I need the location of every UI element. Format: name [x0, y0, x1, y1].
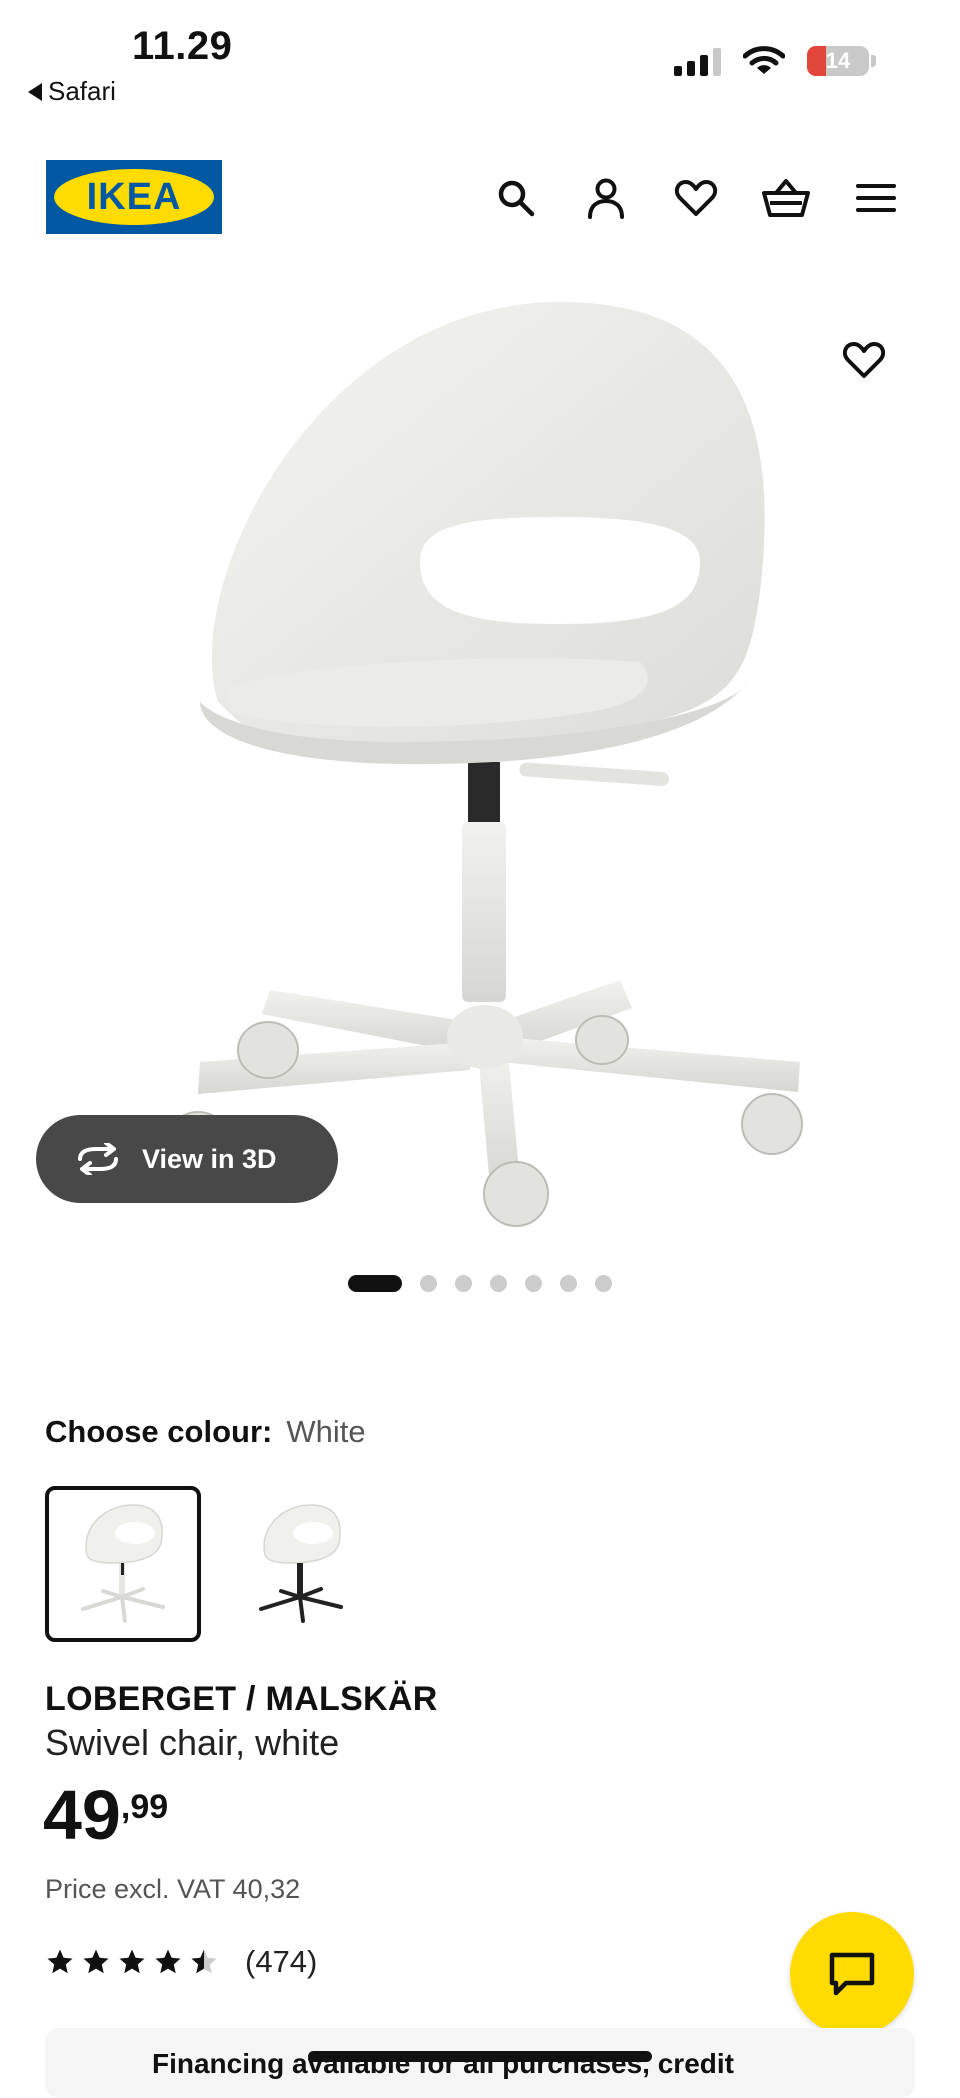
pagination-dot[interactable]: [560, 1275, 577, 1292]
product-name: LOBERGET / MALSKÄR: [45, 1680, 438, 1718]
star-icon: [47, 1949, 73, 1974]
colour-option-black[interactable]: [223, 1486, 379, 1642]
back-to-safari[interactable]: Safari: [28, 76, 116, 107]
half-star-icon: [191, 1949, 217, 1974]
status-time: 11.29: [132, 24, 233, 68]
rotate-3d-icon: [78, 1143, 118, 1175]
heart-icon[interactable]: [668, 170, 724, 226]
add-to-favourites-button[interactable]: [842, 340, 898, 396]
menu-icon[interactable]: [848, 170, 904, 226]
pagination-dot[interactable]: [348, 1275, 402, 1292]
star-icon: [155, 1949, 181, 1974]
status-indicators: 14: [674, 46, 876, 76]
colour-option-white[interactable]: [45, 1486, 201, 1642]
product-price: 49,99: [43, 1780, 168, 1850]
ikea-logo[interactable]: IKEA: [46, 160, 222, 234]
product-rating[interactable]: (474): [45, 1944, 317, 1980]
price-integer: 49: [43, 1776, 121, 1854]
financing-banner[interactable]: Financing available for all purchases, c…: [45, 2028, 915, 2098]
star-icon: [83, 1949, 109, 1974]
search-icon[interactable]: [488, 170, 544, 226]
pagination-dot[interactable]: [525, 1275, 542, 1292]
selected-colour: White: [286, 1414, 366, 1449]
gallery-pagination: [0, 1275, 960, 1292]
pagination-dot[interactable]: [490, 1275, 507, 1292]
battery-level: 14: [825, 48, 851, 73]
chat-button[interactable]: [790, 1912, 914, 2036]
star-icon: [119, 1949, 145, 1974]
battery-icon: 14: [807, 46, 869, 76]
home-indicator[interactable]: [308, 2051, 652, 2062]
pagination-dot[interactable]: [420, 1275, 437, 1292]
back-triangle-icon: [28, 82, 42, 101]
pagination-dot[interactable]: [455, 1275, 472, 1292]
colour-selector-label: Choose colour: White: [45, 1414, 366, 1450]
product-image[interactable]: [0, 262, 960, 1252]
wifi-icon: [743, 46, 785, 74]
pagination-dot[interactable]: [595, 1275, 612, 1292]
view-in-3d-button[interactable]: View in 3D: [36, 1115, 338, 1203]
user-icon[interactable]: [578, 170, 634, 226]
review-count: (474): [245, 1944, 318, 1979]
logo-text: IKEA: [86, 175, 182, 218]
view-in-3d-label: View in 3D: [142, 1143, 277, 1174]
price-excl-vat: Price excl. VAT 40,32: [45, 1874, 301, 1904]
basket-icon[interactable]: [758, 170, 814, 226]
chat-icon: [829, 1952, 875, 1996]
product-description: Swivel chair, white: [45, 1722, 340, 1763]
back-app-label: Safari: [48, 76, 116, 106]
price-decimal: ,99: [120, 1788, 169, 1826]
choose-colour-label: Choose colour:: [45, 1414, 273, 1449]
cellular-signal-icon: [674, 46, 721, 76]
